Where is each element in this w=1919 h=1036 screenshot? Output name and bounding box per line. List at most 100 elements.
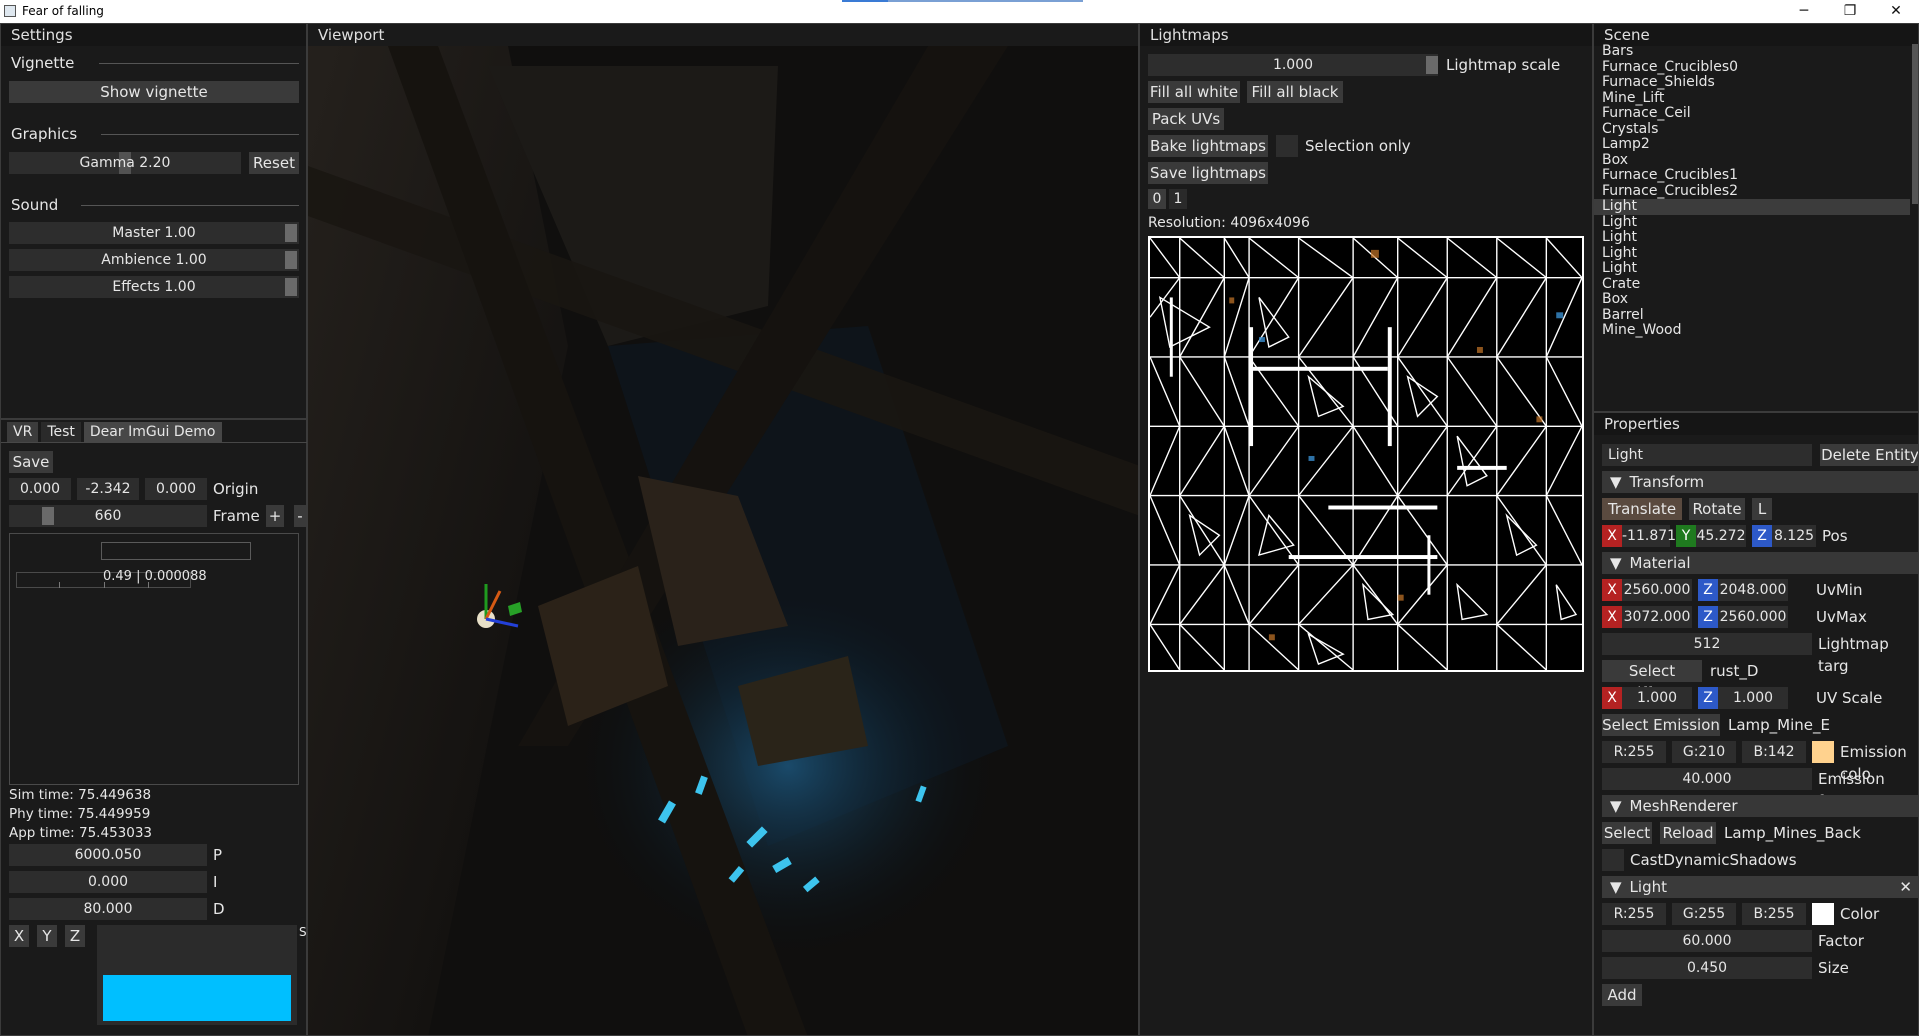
material-header[interactable]: ▼ Material [1602,552,1918,574]
origin-x-field[interactable]: 0.000 [9,478,71,500]
scene-item[interactable]: Furnace_Crucibles2 [1594,183,1910,200]
i-field[interactable]: 0.000 [9,871,207,893]
viewport-scene[interactable] [308,46,1139,1036]
ambience-volume-slider[interactable]: Ambience 1.00 [9,249,299,271]
scene-item[interactable]: Furnace_Shields [1594,74,1910,91]
rotate-button[interactable]: Rotate [1689,498,1745,520]
scene-item[interactable]: Barrel [1594,307,1910,324]
emission-g-field[interactable]: G:210 [1672,741,1736,763]
gamma-slider[interactable]: Gamma 2.20 [9,152,241,174]
axis-y-button[interactable]: Y [37,925,57,947]
emission-color-swatch[interactable] [1812,741,1834,763]
effects-volume-slider[interactable]: Effects 1.00 [9,276,299,298]
emission-b-field[interactable]: B:142 [1742,741,1806,763]
scene-item[interactable]: Furnace_Crucibles1 [1594,167,1910,184]
entity-name-field[interactable]: Light [1602,444,1812,466]
uvscale-x-field[interactable]: 1.000 [1622,687,1692,709]
uvmin-x-field[interactable]: 2560.000 [1622,579,1692,601]
select-diffuse-button[interactable]: Select Diffuse [1602,660,1702,702]
save-lightmaps-button[interactable]: Save lightmaps [1148,162,1268,184]
viewport-panel[interactable]: Viewport [307,23,1139,1036]
scene-item[interactable]: Bars [1594,44,1910,60]
tab-test[interactable]: Test [41,422,81,442]
scene-item[interactable]: Light [1594,229,1910,246]
light-factor-field[interactable]: 60.000 [1602,930,1812,952]
axis-x-button[interactable]: X [9,925,29,947]
light-size-field[interactable]: 0.450 [1602,957,1812,979]
local-button[interactable]: L [1752,498,1772,520]
selection-only-checkbox[interactable] [1276,135,1298,157]
scene-item[interactable]: Lamp2 [1594,136,1910,153]
light-b-field[interactable]: B:255 [1742,903,1806,925]
frame-minus-button[interactable]: - [294,505,306,527]
scene-item[interactable]: Light [1594,260,1910,277]
transform-header[interactable]: ▼ Transform [1602,471,1918,493]
light-header[interactable]: ▼ Light ✕ [1602,876,1918,898]
scene-list[interactable]: Bars Furnace_Crucibles0 Furnace_Shields Min… [1594,44,1910,410]
uvmax-z-field[interactable]: 2560.000 [1718,606,1788,628]
show-vignette-button[interactable]: Show vignette [9,81,299,103]
uvmax-x-field[interactable]: 3072.000 [1622,606,1692,628]
origin-z-field[interactable]: 0.000 [145,478,207,500]
lightmap-scale-slider[interactable]: 1.000 [1148,54,1438,76]
scene-item[interactable]: Light [1594,214,1910,231]
pack-uvs-button[interactable]: Pack UVs [1148,108,1224,130]
cast-shadows-checkbox[interactable] [1602,849,1624,871]
lightmap-scale-grab[interactable] [1426,56,1438,74]
close-button[interactable]: ✕ [1873,0,1919,23]
add-component-button[interactable]: Add [1602,984,1642,1006]
master-volume-slider[interactable]: Master 1.00 [9,222,299,244]
lightmap-atlas[interactable] [1148,236,1584,672]
effects-slider-grab[interactable] [285,278,297,296]
frame-slider[interactable]: 660 [9,505,207,527]
maximize-button[interactable]: ❐ [1827,0,1873,23]
uvscale-z-field[interactable]: 1.000 [1718,687,1788,709]
d-field[interactable]: 80.000 [9,898,207,920]
scene-item[interactable]: Furnace_Ceil [1594,105,1910,122]
lightmap-page-1[interactable]: 1 [1169,189,1187,209]
fill-all-white-button[interactable]: Fill all white [1148,81,1240,103]
scene-item[interactable]: Furnace_Crucibles0 [1594,59,1910,76]
scene-item[interactable]: Crate [1594,276,1910,293]
scene-item[interactable]: Light [1594,245,1910,262]
axis-z-button[interactable]: Z [65,925,85,947]
origin-y-field[interactable]: -2.342 [77,478,139,500]
master-slider-grab[interactable] [285,224,297,242]
scene-item[interactable]: Crystals [1594,121,1910,138]
light-close-icon[interactable]: ✕ [1899,876,1912,898]
tab-vr[interactable]: VR [7,422,39,442]
pos-y-field[interactable]: 45.272 [1696,525,1746,547]
select-emission-button[interactable]: Select Emission [1602,714,1720,736]
bake-lightmaps-button[interactable]: Bake lightmaps [1148,135,1268,157]
save-button[interactable]: Save [9,451,53,473]
delete-entity-button[interactable]: Delete Entity [1820,444,1918,466]
p-field[interactable]: 6000.050 [9,844,207,866]
plot-input-box[interactable] [101,542,251,560]
gamma-reset-button[interactable]: Reset [249,152,299,174]
lightmap-target-field[interactable]: 512 [1602,633,1812,655]
emission-r-field[interactable]: R:255 [1602,741,1666,763]
scene-item[interactable]: Box [1594,152,1910,169]
light-color-swatch[interactable] [1812,903,1834,925]
scene-item[interactable]: Mine_Wood [1594,322,1910,339]
emission-factor-field[interactable]: 40.000 [1602,768,1812,790]
light-r-field[interactable]: R:255 [1602,903,1666,925]
tab-imgui-demo[interactable]: Dear ImGui Demo [83,422,222,442]
meshrenderer-header[interactable]: ▼ MeshRenderer [1602,795,1918,817]
mesh-reload-button[interactable]: Reload [1660,822,1716,844]
pos-x-field[interactable]: -11.871 [1622,525,1676,547]
uvmin-z-field[interactable]: 2048.000 [1718,579,1788,601]
frame-plus-button[interactable]: + [266,505,284,527]
frame-slider-grab[interactable] [42,507,54,525]
light-g-field[interactable]: G:255 [1672,903,1736,925]
ambience-slider-grab[interactable] [285,251,297,269]
pos-z-field[interactable]: 8.125 [1772,525,1816,547]
scene-scrollbar[interactable] [1912,44,1918,204]
scene-item[interactable]: Box [1594,291,1910,308]
lightmap-page-0[interactable]: 0 [1148,189,1166,209]
mesh-select-button[interactable]: Select [1602,822,1652,844]
scene-item[interactable]: Mine_Lift [1594,90,1910,107]
minimize-button[interactable]: ─ [1781,0,1827,23]
scene-item[interactable]: Light [1594,198,1910,215]
fill-all-black-button[interactable]: Fill all black [1247,81,1343,103]
